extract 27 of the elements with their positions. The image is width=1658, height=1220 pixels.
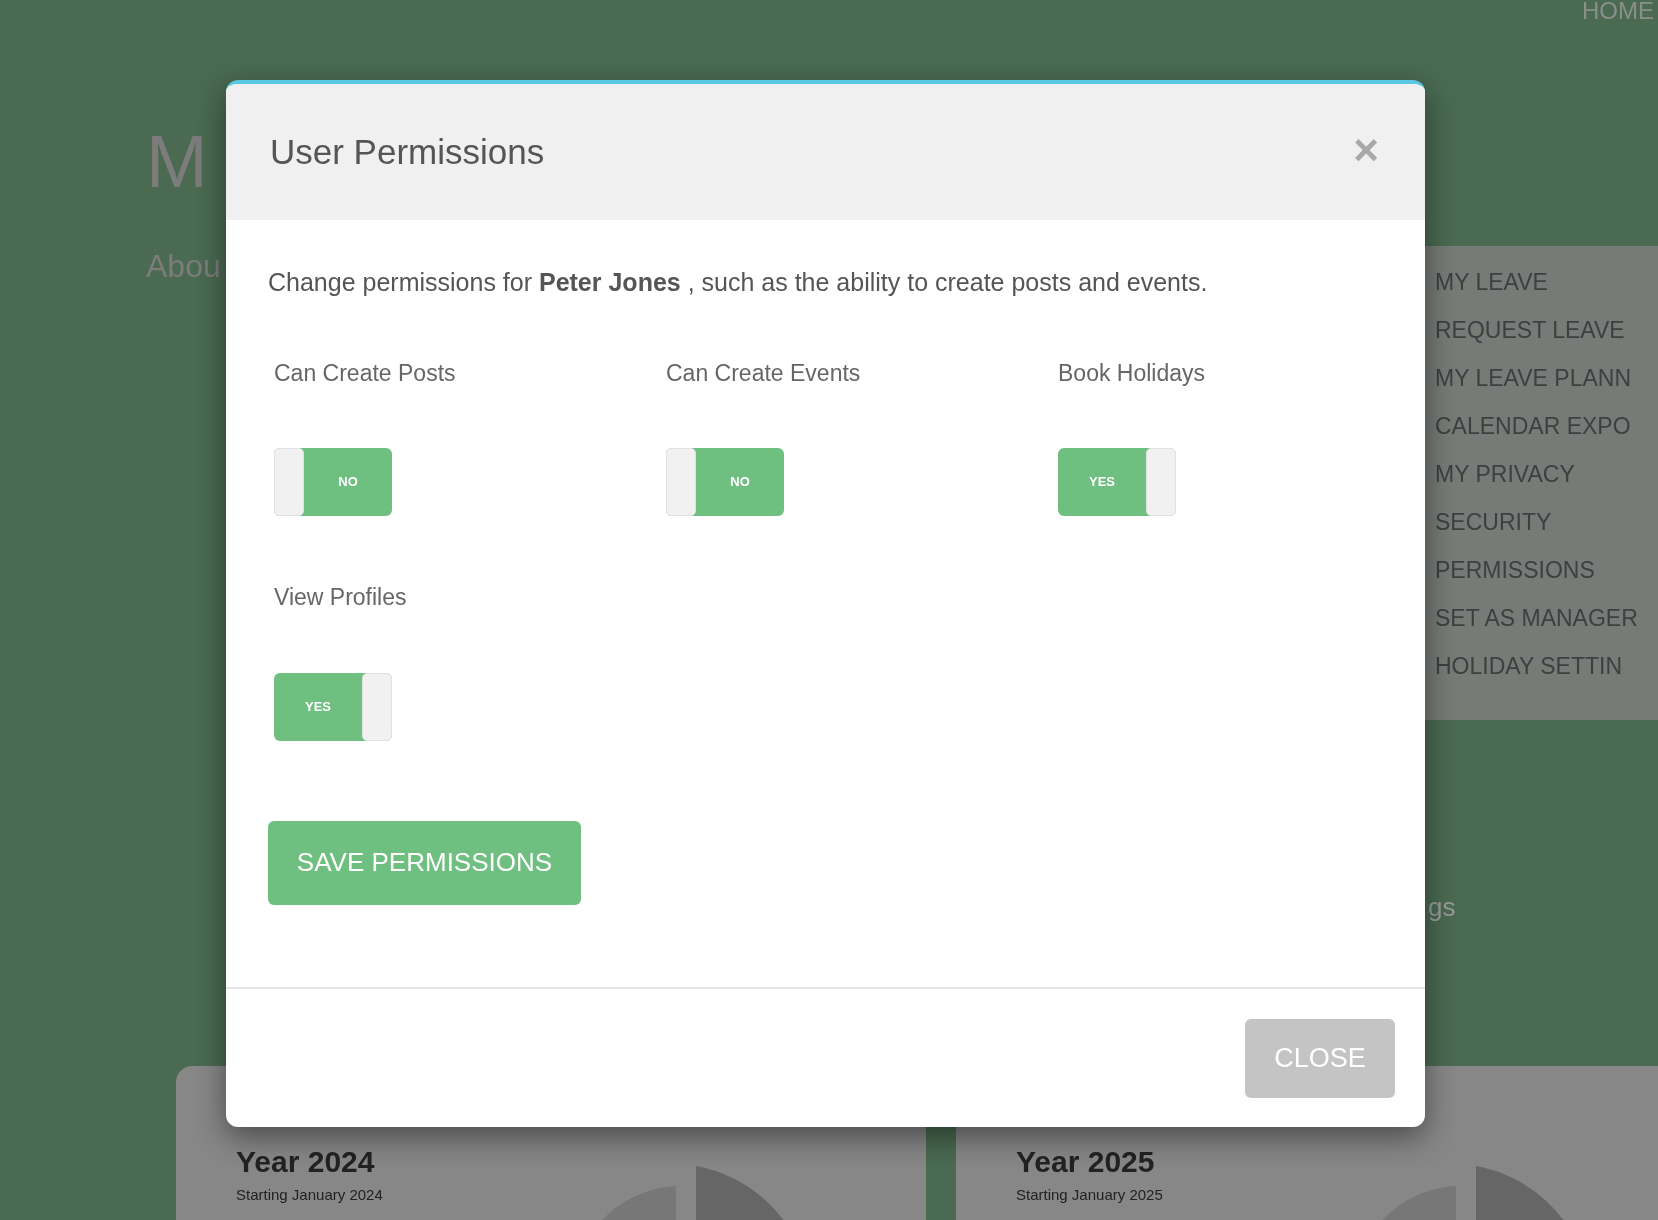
sidebar-item[interactable]: MY LEAVE PLANN: [1435, 364, 1658, 392]
dialog-title: User Permissions: [270, 131, 545, 173]
dialog-description: Change permissions for Peter Jones , such as the ability to create posts and events.: [268, 267, 1209, 298]
sidebar-item[interactable]: PERMISSIONS: [1435, 556, 1658, 584]
sidebar-item[interactable]: SET AS MANAGER: [1435, 604, 1658, 632]
page-text: gs: [1428, 891, 1456, 924]
permission-toggle[interactable]: YES: [274, 672, 392, 741]
home-link[interactable]: HOME: [1582, 0, 1654, 22]
permission-label: Can Create Posts: [274, 358, 456, 388]
permission-toggle[interactable]: NO: [666, 448, 784, 516]
permission-label: View Profiles: [274, 583, 407, 612]
sidebar-item[interactable]: SECURITY: [1435, 508, 1658, 536]
sidebar-item[interactable]: MY PRIVACY: [1435, 460, 1658, 488]
card-subtitle: Starting January 2024: [236, 1186, 383, 1204]
sidebar-item[interactable]: MY LEAVE: [1435, 268, 1658, 296]
card-title: Year 2025: [1016, 1144, 1155, 1180]
permission-toggle[interactable]: YES: [1058, 448, 1176, 516]
sidebar-item[interactable]: REQUEST LEAVE: [1435, 316, 1658, 344]
close-button[interactable]: CLOSE: [1245, 1019, 1395, 1098]
permission-toggle[interactable]: NO: [274, 448, 392, 516]
card-title: Year 2024: [236, 1144, 375, 1180]
permission-label: Can Create Events: [666, 358, 861, 388]
card-subtitle: Starting January 2025: [1016, 1186, 1163, 1204]
sidebar-item[interactable]: HOLIDAY SETTIN: [1435, 652, 1658, 680]
save-permissions-button[interactable]: SAVE PERMISSIONS: [268, 820, 581, 905]
sidebar-item[interactable]: CALENDAR EXPO: [1435, 412, 1658, 440]
permission-label: Book Holidays: [1058, 358, 1206, 388]
